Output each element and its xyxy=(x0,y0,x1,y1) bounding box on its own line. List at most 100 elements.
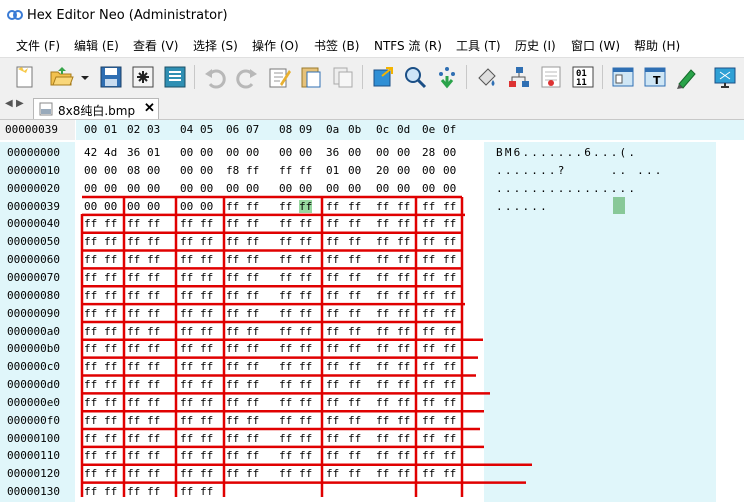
hex-byte[interactable]: ff xyxy=(279,449,292,462)
hex-byte[interactable]: ff xyxy=(299,360,312,373)
hex-byte[interactable]: ff xyxy=(246,396,259,409)
hex-byte[interactable]: 00 xyxy=(104,200,117,213)
hex-byte[interactable]: ff xyxy=(443,217,456,230)
hex-byte[interactable]: 01 xyxy=(147,146,160,159)
hex-byte[interactable]: ff xyxy=(443,253,456,266)
hex-byte[interactable]: ff xyxy=(422,449,435,462)
hex-byte[interactable]: ff xyxy=(422,378,435,391)
hex-byte[interactable]: ff xyxy=(376,449,389,462)
hex-byte[interactable]: 00 xyxy=(226,146,239,159)
hex-byte[interactable]: ff xyxy=(422,414,435,427)
hex-byte[interactable]: ff xyxy=(326,271,339,284)
menu-tools[interactable]: 工具 (T) xyxy=(456,37,501,54)
hex-byte[interactable]: 42 xyxy=(84,146,97,159)
hex-byte[interactable]: ff xyxy=(180,217,193,230)
hex-byte[interactable]: 01 xyxy=(326,164,339,177)
hex-byte[interactable]: ff xyxy=(279,200,292,213)
hex-byte[interactable]: ff xyxy=(279,253,292,266)
hex-byte[interactable]: 00 xyxy=(422,164,435,177)
hex-byte[interactable]: ff xyxy=(147,378,160,391)
hex-byte[interactable]: 00 xyxy=(422,182,435,195)
hex-byte[interactable]: ff xyxy=(226,200,239,213)
hex-byte[interactable]: ff xyxy=(200,414,213,427)
hex-byte[interactable]: 00 xyxy=(84,182,97,195)
menu-bookmarks[interactable]: 书签 (B) xyxy=(314,37,359,54)
hex-byte[interactable]: ff xyxy=(443,342,456,355)
hex-byte[interactable]: ff xyxy=(422,200,435,213)
hex-byte[interactable]: ff xyxy=(147,414,160,427)
hex-byte[interactable]: ff xyxy=(299,253,312,266)
hex-byte[interactable]: ff xyxy=(200,396,213,409)
hex-byte[interactable]: ff xyxy=(180,271,193,284)
hex-byte[interactable]: ff xyxy=(279,289,292,302)
hex-byte[interactable]: ff xyxy=(299,342,312,355)
hex-byte[interactable]: ff xyxy=(279,396,292,409)
hex-byte[interactable]: ff xyxy=(376,396,389,409)
hex-byte[interactable]: 36 xyxy=(326,146,339,159)
hex-byte[interactable]: ff xyxy=(422,235,435,248)
hex-byte[interactable]: ff xyxy=(397,414,410,427)
hex-byte[interactable]: ff xyxy=(180,253,193,266)
text-pane-icon[interactable]: T xyxy=(642,64,668,90)
hex-byte[interactable]: ff xyxy=(279,217,292,230)
hex-byte[interactable]: 00 xyxy=(84,164,97,177)
hex-byte[interactable]: 00 xyxy=(127,182,140,195)
fill-icon[interactable] xyxy=(474,64,500,90)
hex-byte[interactable]: ff xyxy=(348,360,361,373)
hex-byte[interactable]: ff xyxy=(226,414,239,427)
hex-byte[interactable]: ff xyxy=(348,378,361,391)
hex-byte[interactable]: ff xyxy=(226,217,239,230)
hex-byte[interactable]: ff xyxy=(104,414,117,427)
hex-byte[interactable]: ff xyxy=(326,378,339,391)
hex-byte[interactable]: ff xyxy=(397,467,410,480)
hex-byte[interactable]: ff xyxy=(226,360,239,373)
hex-byte[interactable]: ff xyxy=(200,432,213,445)
hex-byte[interactable]: ff xyxy=(84,360,97,373)
hex-byte[interactable]: 36 xyxy=(127,146,140,159)
hex-byte[interactable]: ff xyxy=(376,289,389,302)
hex-byte[interactable]: ff xyxy=(422,307,435,320)
hex-byte[interactable]: ff xyxy=(443,360,456,373)
hex-byte[interactable]: 00 xyxy=(200,182,213,195)
ascii-text[interactable]: BM6.......6...(. xyxy=(496,146,637,159)
hex-byte[interactable]: ff xyxy=(326,253,339,266)
hex-byte[interactable]: ff xyxy=(246,235,259,248)
hex-byte[interactable]: ff xyxy=(326,432,339,445)
hex-byte[interactable]: ff xyxy=(397,253,410,266)
hex-byte[interactable]: ff xyxy=(279,164,292,177)
hex-byte[interactable]: ff xyxy=(376,467,389,480)
hex-byte[interactable]: ff xyxy=(422,467,435,480)
hex-byte[interactable]: ff xyxy=(326,217,339,230)
hex-byte[interactable]: 00 xyxy=(147,164,160,177)
hex-byte[interactable]: ff xyxy=(127,325,140,338)
hex-byte[interactable]: ff xyxy=(443,289,456,302)
hex-byte[interactable]: ff xyxy=(226,467,239,480)
hex-byte[interactable]: ff xyxy=(397,271,410,284)
hex-byte[interactable]: ff xyxy=(422,217,435,230)
hex-byte[interactable]: ff xyxy=(299,235,312,248)
hex-byte[interactable]: ff xyxy=(127,396,140,409)
hex-byte[interactable]: ff xyxy=(376,414,389,427)
hex-byte[interactable]: 00 xyxy=(279,182,292,195)
menu-ntfs-streams[interactable]: NTFS 流 (R) xyxy=(374,37,442,54)
hex-byte[interactable]: 00 xyxy=(84,200,97,213)
menu-file[interactable]: 文件 (F) xyxy=(16,37,60,54)
hex-byte[interactable]: ff xyxy=(246,378,259,391)
hex-byte[interactable]: ff xyxy=(376,253,389,266)
hex-byte[interactable]: ff xyxy=(246,200,259,213)
hex-byte[interactable]: ff xyxy=(127,271,140,284)
hex-byte[interactable]: ff xyxy=(127,449,140,462)
hex-byte[interactable]: ff xyxy=(246,467,259,480)
hex-byte[interactable]: ff xyxy=(397,307,410,320)
hex-byte[interactable]: ff xyxy=(180,396,193,409)
hex-byte[interactable]: 00 xyxy=(180,182,193,195)
hex-byte[interactable]: ff xyxy=(104,467,117,480)
hex-byte[interactable]: ff xyxy=(226,449,239,462)
hex-byte[interactable]: ff xyxy=(348,467,361,480)
hex-byte[interactable]: ff xyxy=(200,467,213,480)
hex-byte[interactable]: ff xyxy=(299,378,312,391)
hex-byte[interactable]: ff xyxy=(443,271,456,284)
hex-byte[interactable]: ff xyxy=(104,360,117,373)
hex-byte[interactable]: ff xyxy=(200,485,213,498)
hex-byte[interactable]: ff xyxy=(348,217,361,230)
